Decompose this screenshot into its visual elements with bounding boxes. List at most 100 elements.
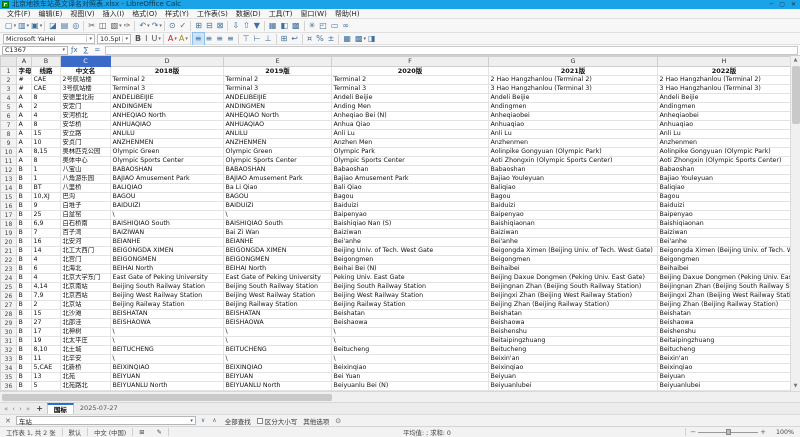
cell[interactable]: 2	[32, 103, 61, 112]
cell[interactable]: 4	[32, 112, 61, 121]
cell[interactable]: B	[17, 238, 32, 247]
row-header[interactable]: 31	[1, 337, 17, 346]
sheet-tab-0[interactable]: 国标	[47, 403, 74, 414]
cell[interactable]: 19	[32, 337, 61, 346]
cell[interactable]: 2021版	[489, 67, 658, 76]
cell[interactable]: A	[17, 121, 32, 130]
font-size-combo[interactable]: 10.5pt ▾	[97, 34, 131, 44]
cell[interactable]: ANDELIBEIJIE	[224, 94, 332, 103]
cell[interactable]: \	[332, 337, 489, 346]
delete-row-icon[interactable]: ⊠	[215, 20, 226, 32]
selection-mode-icon[interactable]: ⊞	[133, 429, 150, 436]
cell[interactable]: ANHUAQIAO	[224, 121, 332, 130]
chevron-down-icon[interactable]: ▾	[185, 36, 188, 42]
cell[interactable]: Beitaipingzhuang	[489, 337, 658, 346]
cell[interactable]: Baliqiao	[658, 184, 791, 193]
merge-cells-icon[interactable]: ⊞	[279, 33, 290, 45]
cell[interactable]: 白堆子	[61, 202, 111, 211]
horizontal-scroll-thumb[interactable]	[2, 394, 332, 401]
cell[interactable]: \	[224, 328, 332, 337]
cell[interactable]: Bagou	[489, 193, 658, 202]
cell[interactable]: 15	[32, 310, 61, 319]
cell[interactable]: BEIYUANLU North	[224, 382, 332, 391]
scroll-down-icon[interactable]: ▼	[791, 382, 800, 391]
column-header-C[interactable]: C	[61, 57, 111, 67]
cell[interactable]: 北邵洼	[61, 319, 111, 328]
cell[interactable]: 安立路	[61, 130, 111, 139]
menu-item-0[interactable]: 文件(F)	[3, 9, 35, 19]
cell[interactable]: Babaoshan	[489, 166, 658, 175]
cell[interactable]: Beiyuan	[489, 373, 658, 382]
cell[interactable]: ANLILU	[224, 130, 332, 139]
cell[interactable]: 北辛安	[61, 355, 111, 364]
cell[interactable]: Anzhen Men	[332, 139, 489, 148]
cell[interactable]: BEIYUANLU North	[111, 382, 224, 391]
row-header[interactable]: 32	[1, 346, 17, 355]
cell[interactable]: 北安河	[61, 238, 111, 247]
cell[interactable]: 6,9	[32, 220, 61, 229]
cell[interactable]: ANDINGMEN	[111, 103, 224, 112]
cell[interactable]: East Gate of Peking University	[224, 274, 332, 283]
row-header[interactable]: 14	[1, 184, 17, 193]
cell[interactable]: Beijingxi Zhan (Beijing West Railway Sta…	[658, 292, 791, 301]
cell[interactable]: 北海北	[61, 265, 111, 274]
cell[interactable]: Beiyuanlubei	[658, 382, 791, 391]
cell[interactable]: ANHEQIAO North	[224, 112, 332, 121]
find-previous-icon[interactable]: ∧	[210, 417, 218, 424]
cell[interactable]: \	[111, 328, 224, 337]
cell[interactable]: A	[17, 139, 32, 148]
column-header-E[interactable]: E	[224, 57, 332, 67]
cell[interactable]: Beijing Zhan (Beijing Railway Station)	[489, 301, 658, 310]
menu-item-4[interactable]: 格式(O)	[128, 9, 161, 19]
cell[interactable]: Beihaibei	[489, 265, 658, 274]
cell[interactable]: 北工大西门	[61, 247, 111, 256]
cell[interactable]: Beijing Railway Station	[332, 301, 489, 310]
justify-icon[interactable]: ≡	[225, 33, 236, 45]
cell[interactable]: \	[224, 337, 332, 346]
cell[interactable]: Aoti Zhongxin (Olympic Sports Center)	[658, 157, 791, 166]
row-header[interactable]: 25	[1, 283, 17, 292]
cell[interactable]: B	[17, 211, 32, 220]
cell[interactable]: BEIGONGMEN	[111, 256, 224, 265]
cell[interactable]: 3 Hao Hangzhanlou (Terminal 3)	[658, 85, 791, 94]
chevron-down-icon[interactable]: ▾	[159, 23, 162, 29]
cell[interactable]: 北京西站	[61, 292, 111, 301]
cell[interactable]: 北土城	[61, 346, 111, 355]
cell[interactable]: A	[17, 103, 32, 112]
cell[interactable]: A	[17, 130, 32, 139]
cell[interactable]: Terminal 2	[332, 76, 489, 85]
cell[interactable]: ANHEQIAO North	[111, 112, 224, 121]
cell[interactable]: 安定门	[61, 103, 111, 112]
cell[interactable]: 安河桥北	[61, 112, 111, 121]
cell[interactable]: Beixinqiao	[658, 364, 791, 373]
row-header[interactable]: 11	[1, 157, 17, 166]
cell[interactable]: 八里桥	[61, 184, 111, 193]
hyperlink-icon[interactable]: ∞	[340, 20, 351, 32]
cell[interactable]: BEIXINQIAO	[111, 364, 224, 373]
cell[interactable]: Bei'anhe	[658, 238, 791, 247]
cell[interactable]: BEISHAOWA	[111, 319, 224, 328]
cell[interactable]: 27	[32, 319, 61, 328]
cell[interactable]: B	[17, 193, 32, 202]
sheet-tab-1[interactable]: 2025-07-27	[74, 403, 124, 414]
cell[interactable]: 8,15	[32, 148, 61, 157]
formula-input-line[interactable]	[105, 46, 798, 55]
cell[interactable]: Anli Lu	[489, 130, 658, 139]
cell[interactable]: 1	[32, 175, 61, 184]
cell[interactable]: Bai Zi Wan	[224, 229, 332, 238]
column-header-H[interactable]: H	[658, 57, 791, 67]
cell[interactable]: BAISHIQIAO South	[111, 220, 224, 229]
menu-item-3[interactable]: 插入(I)	[99, 9, 129, 19]
cell[interactable]: Beigongda Ximen (Beijing Univ. of Tech. …	[658, 247, 791, 256]
cell[interactable]: 10,XJ	[32, 193, 61, 202]
cell[interactable]: 线路	[32, 67, 61, 76]
cell[interactable]: 北宫门	[61, 256, 111, 265]
menu-item-7[interactable]: 数据(D)	[232, 9, 265, 19]
cell[interactable]: 北京南站	[61, 283, 111, 292]
cell[interactable]: Beijingxi Zhan (Beijing West Railway Sta…	[489, 292, 658, 301]
insert-image-icon[interactable]: ▦	[267, 20, 279, 32]
cell[interactable]: B	[17, 337, 32, 346]
cell[interactable]: Baliqiao	[489, 184, 658, 193]
row-header[interactable]: 23	[1, 265, 17, 274]
cell[interactable]: Beijing West Railway Station	[111, 292, 224, 301]
